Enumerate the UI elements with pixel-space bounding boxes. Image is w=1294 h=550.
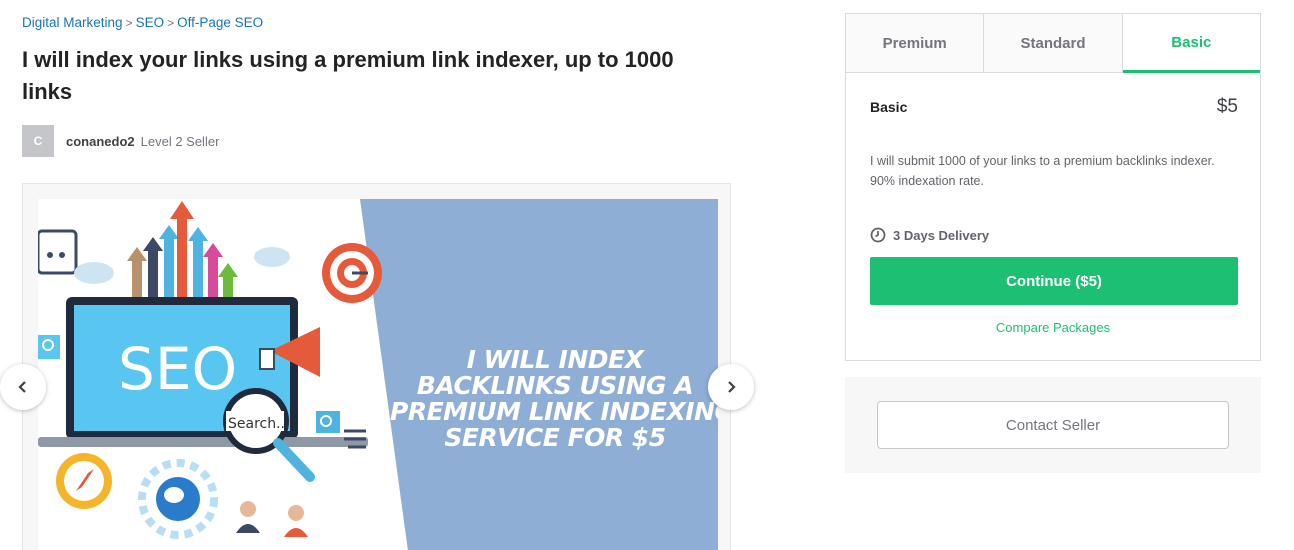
gig-gallery: SEO Search... I WILL INDEX BACKLINKS USI… — [22, 183, 731, 550]
compare-packages-link[interactable]: Compare Packages — [846, 320, 1260, 335]
package-price: $5 — [1216, 96, 1238, 117]
tab-standard[interactable]: Standard — [984, 14, 1123, 72]
package-name: Basic — [870, 99, 908, 115]
search-text: Search... — [228, 416, 289, 432]
chevron-left-icon — [18, 381, 26, 393]
gig-title: I will index your links using a premium … — [22, 47, 674, 104]
gallery-prev-button[interactable] — [0, 364, 46, 410]
package-tabs: Premium Standard Basic — [846, 14, 1260, 73]
package-header: Basic $5 — [870, 96, 1238, 118]
slide-headline: I WILL INDEX BACKLINKS USING A PREMIUM L… — [390, 347, 718, 451]
seller-name[interactable]: conanedo2 — [66, 134, 135, 149]
screen-seo-text: SEO — [118, 335, 237, 403]
continue-button[interactable]: Continue ($5) — [870, 257, 1238, 305]
tab-premium[interactable]: Premium — [846, 14, 985, 72]
tab-basic[interactable]: Basic — [1122, 14, 1260, 73]
slide-headline-line: SERVICE FOR $5 — [444, 423, 666, 452]
gallery-next-button[interactable] — [708, 364, 754, 410]
gallery-slide-image[interactable]: SEO Search... I WILL INDEX BACKLINKS USI… — [38, 199, 718, 550]
package-panel: Premium Standard Basic Basic $5 I will s… — [845, 13, 1261, 361]
avatar[interactable]: C — [22, 125, 54, 157]
breadcrumb-seo[interactable]: SEO — [136, 15, 165, 30]
breadcrumb-off-page-seo[interactable]: Off-Page SEO — [177, 15, 263, 30]
contact-seller-button[interactable]: Contact Seller — [877, 401, 1229, 449]
slide-headline-line: I WILL INDEX — [466, 345, 644, 374]
chevron-right-icon — [728, 381, 736, 393]
breadcrumb: Digital Marketing > SEO > Off-Page SEO — [22, 15, 263, 30]
breadcrumb-separator: > — [125, 15, 133, 30]
slide-headline-line: PREMIUM LINK INDEXING — [390, 397, 718, 426]
breadcrumb-digital-marketing[interactable]: Digital Marketing — [22, 15, 123, 30]
slide-headline-line: BACKLINKS USING A — [416, 371, 694, 400]
clock-icon — [870, 227, 886, 243]
seller-level: Level 2 Seller — [140, 133, 220, 149]
delivery-label: 3 Days Delivery — [893, 227, 990, 243]
seller-overview: C conanedo2 Level 2 Seller — [22, 125, 219, 157]
contact-seller-box: Contact Seller — [845, 377, 1261, 473]
delivery-time: 3 Days Delivery — [870, 227, 989, 243]
breadcrumb-separator: > — [167, 15, 175, 30]
package-description: I will submit 1000 of your links to a pr… — [870, 154, 1215, 188]
